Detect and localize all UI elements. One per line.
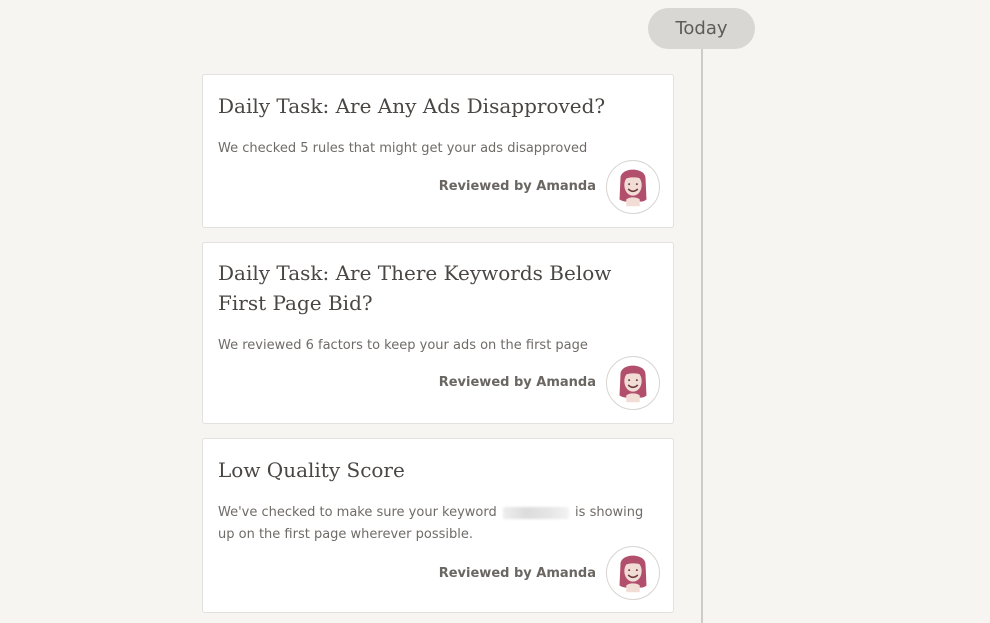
card-title: Daily Task: Are Any Ads Disapproved? <box>218 94 606 118</box>
amanda-avatar-icon <box>606 546 660 600</box>
today-marker: Today <box>648 8 755 49</box>
card-title: Daily Task: Are There Keywords Below Fir… <box>218 261 612 315</box>
amanda-avatar-icon <box>606 160 660 214</box>
reviewed-by-label: Reviewed by Amanda <box>438 179 596 194</box>
task-card: Low Quality Score We've checked to make … <box>202 438 674 613</box>
task-card: Daily Task: Are Any Ads Disapproved? We … <box>202 74 674 228</box>
card-description: We've checked to make sure your keyword … <box>218 502 659 546</box>
card-title: Low Quality Score <box>218 458 405 482</box>
amanda-avatar-icon <box>606 356 660 410</box>
card-description: We reviewed 6 factors to keep your ads o… <box>218 338 588 353</box>
card-description: We checked 5 rules that might get your a… <box>218 141 588 156</box>
reviewed-by-label: Reviewed by Amanda <box>438 566 596 581</box>
timeline-line <box>701 44 703 623</box>
redacted-keyword <box>502 506 569 519</box>
task-card: Daily Task: Are There Keywords Below Fir… <box>202 242 674 424</box>
reviewed-by-label: Reviewed by Amanda <box>438 375 596 390</box>
card-description-start: We've checked to make sure your keyword <box>218 505 497 520</box>
